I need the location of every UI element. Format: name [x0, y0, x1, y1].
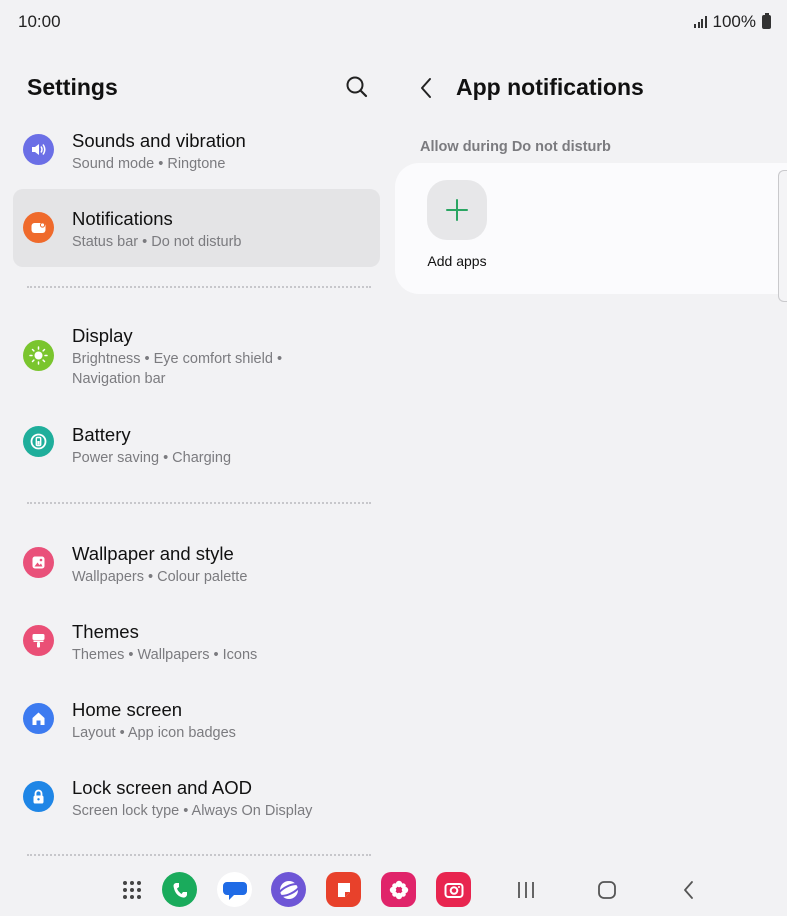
phone-app[interactable] — [162, 872, 197, 907]
divider — [27, 286, 371, 288]
gallery-icon — [389, 880, 408, 899]
battery-percent: 100% — [712, 12, 756, 31]
item-title: Wallpaper and style — [72, 543, 234, 564]
item-subtitle: Layout • App icon badges — [72, 725, 236, 741]
messages-icon — [222, 881, 247, 900]
gallery-app[interactable] — [381, 872, 416, 907]
internet-app[interactable] — [271, 872, 306, 907]
back-button[interactable] — [416, 75, 438, 101]
divider — [27, 502, 371, 504]
back-nav-icon — [684, 881, 693, 899]
camera-app[interactable] — [436, 872, 471, 907]
item-title: Home screen — [72, 699, 183, 720]
add-apps-label: Add apps — [427, 253, 487, 269]
search-icon — [346, 76, 368, 98]
item-title: Lock screen and AOD — [72, 777, 252, 798]
item-subtitle: Brightness • Eye comfort shield • — [72, 351, 283, 367]
item-title: Sounds and vibration — [72, 130, 246, 151]
item-title: Themes — [72, 621, 139, 642]
settings-item-wallpaper[interactable]: Wallpaper and style Wallpapers • Colour … — [13, 524, 380, 602]
item-subtitle-line2: Navigation bar — [72, 371, 166, 387]
wallpaper-icon — [23, 547, 54, 578]
internet-icon — [277, 880, 300, 899]
signal-icon — [694, 16, 707, 28]
notes-icon — [337, 882, 350, 897]
navigation-bar — [0, 864, 787, 916]
status-bar: 10:00 100% — [0, 0, 787, 44]
section-label: Allow during Do not disturb — [420, 139, 611, 155]
item-subtitle: Sound mode • Ringtone — [72, 156, 226, 172]
item-subtitle: Status bar • Do not disturb — [72, 234, 242, 250]
status-time: 10:00 — [18, 12, 61, 31]
app-notifications-pane: App notifications Allow during Do not di… — [394, 44, 787, 864]
page-title: Settings — [27, 74, 118, 100]
page-title: App notifications — [456, 74, 644, 100]
divider — [27, 854, 371, 856]
scroll-handle[interactable] — [778, 170, 787, 302]
settings-item-notifications[interactable]: Notifications Status bar • Do not distur… — [13, 189, 380, 267]
notes-app[interactable] — [326, 872, 361, 907]
notification-icon — [23, 212, 54, 243]
home-nav-icon — [598, 881, 616, 899]
recent-apps-button[interactable] — [514, 878, 538, 902]
home-button[interactable] — [595, 878, 619, 902]
item-title: Display — [72, 325, 133, 346]
search-button[interactable] — [344, 74, 370, 100]
home-icon — [23, 703, 54, 734]
chevron-left-icon — [421, 78, 431, 98]
item-title: Notifications — [72, 208, 173, 229]
item-subtitle: Wallpapers • Colour palette — [72, 569, 248, 585]
speaker-icon — [23, 134, 54, 165]
battery-status-icon — [762, 13, 771, 29]
item-subtitle: Themes • Wallpapers • Icons — [72, 647, 258, 663]
settings-item-lock-screen[interactable]: Lock screen and AOD Screen lock type • A… — [13, 758, 380, 836]
add-apps-circle — [427, 180, 487, 240]
battery-icon — [23, 426, 54, 457]
apps-grid-button[interactable] — [114, 872, 149, 907]
sun-icon — [23, 340, 54, 371]
settings-item-battery[interactable]: Battery Power saving • Charging — [13, 402, 380, 478]
plus-icon — [446, 199, 468, 221]
phone-icon — [173, 882, 187, 898]
recent-apps-icon — [518, 882, 534, 898]
item-subtitle: Screen lock type • Always On Display — [72, 803, 313, 819]
settings-item-display[interactable]: Display Brightness • Eye comfort shield … — [13, 310, 380, 402]
messages-app[interactable] — [217, 872, 252, 907]
back-nav-button[interactable] — [677, 878, 701, 902]
settings-item-home-screen[interactable]: Home screen Layout • App icon badges — [13, 680, 380, 758]
brush-icon — [23, 625, 54, 656]
allowed-apps-card: Add apps — [395, 163, 787, 294]
lock-icon — [23, 781, 54, 812]
item-subtitle: Power saving • Charging — [72, 450, 232, 466]
status-indicators: 100% — [694, 12, 771, 32]
settings-item-themes[interactable]: Themes Themes • Wallpapers • Icons — [13, 602, 380, 680]
apps-grid-icon — [122, 880, 141, 899]
add-apps-button[interactable]: Add apps — [427, 180, 487, 269]
settings-pane: Settings Sounds and vibration Sound mode… — [0, 44, 394, 864]
settings-item-sounds[interactable]: Sounds and vibration Sound mode • Ringto… — [13, 113, 380, 189]
camera-icon — [444, 882, 463, 898]
item-title: Battery — [72, 424, 131, 445]
